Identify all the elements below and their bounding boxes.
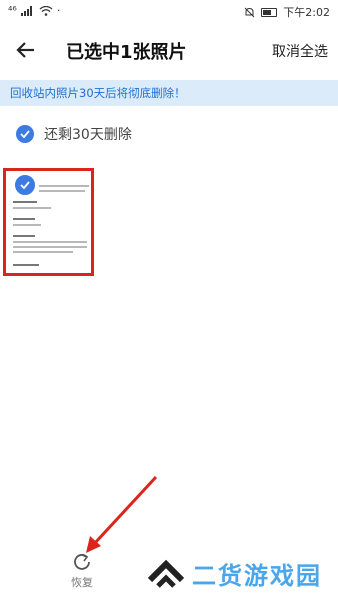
restore-button[interactable]: 恢复	[60, 552, 104, 592]
mute-icon	[244, 7, 255, 17]
photo-selected-check-icon[interactable]	[14, 174, 36, 196]
group-select-row[interactable]: 还剩30天删除	[16, 124, 132, 144]
watermark: 二货游戏园	[148, 556, 322, 591]
recycle-bin-notice: 回收站内照片30天后将彻底删除！	[0, 80, 338, 106]
signal-bars-icon	[20, 5, 32, 16]
back-arrow-icon[interactable]	[14, 38, 38, 62]
status-right: 下午2:02	[244, 4, 330, 20]
watermark-text: 二货游戏园	[192, 562, 322, 590]
watermark-logo-icon	[148, 559, 184, 588]
status-dot-icon: ·	[56, 4, 61, 17]
group-check-icon[interactable]	[16, 125, 34, 143]
photo-thumbnail[interactable]	[3, 168, 94, 276]
check-icon	[20, 130, 30, 139]
cancel-select-all-button[interactable]: 取消全选	[272, 41, 328, 61]
wifi-icon	[39, 5, 53, 16]
check-icon	[20, 181, 30, 190]
page-title: 已选中1张照片	[66, 42, 187, 63]
battery-icon	[261, 7, 278, 17]
restore-label: 恢复	[71, 576, 93, 589]
top-app-bar: 已选中1张照片 取消全选	[0, 26, 338, 74]
signal-icon: ⁴⁶	[8, 4, 17, 17]
restore-icon	[74, 554, 90, 570]
status-time: 下午2:02	[283, 6, 330, 19]
group-label: 还剩30天删除	[44, 127, 132, 143]
status-left: ⁴⁶ ·	[8, 4, 60, 17]
status-bar: ⁴⁶ · 下午2:02	[0, 0, 338, 22]
